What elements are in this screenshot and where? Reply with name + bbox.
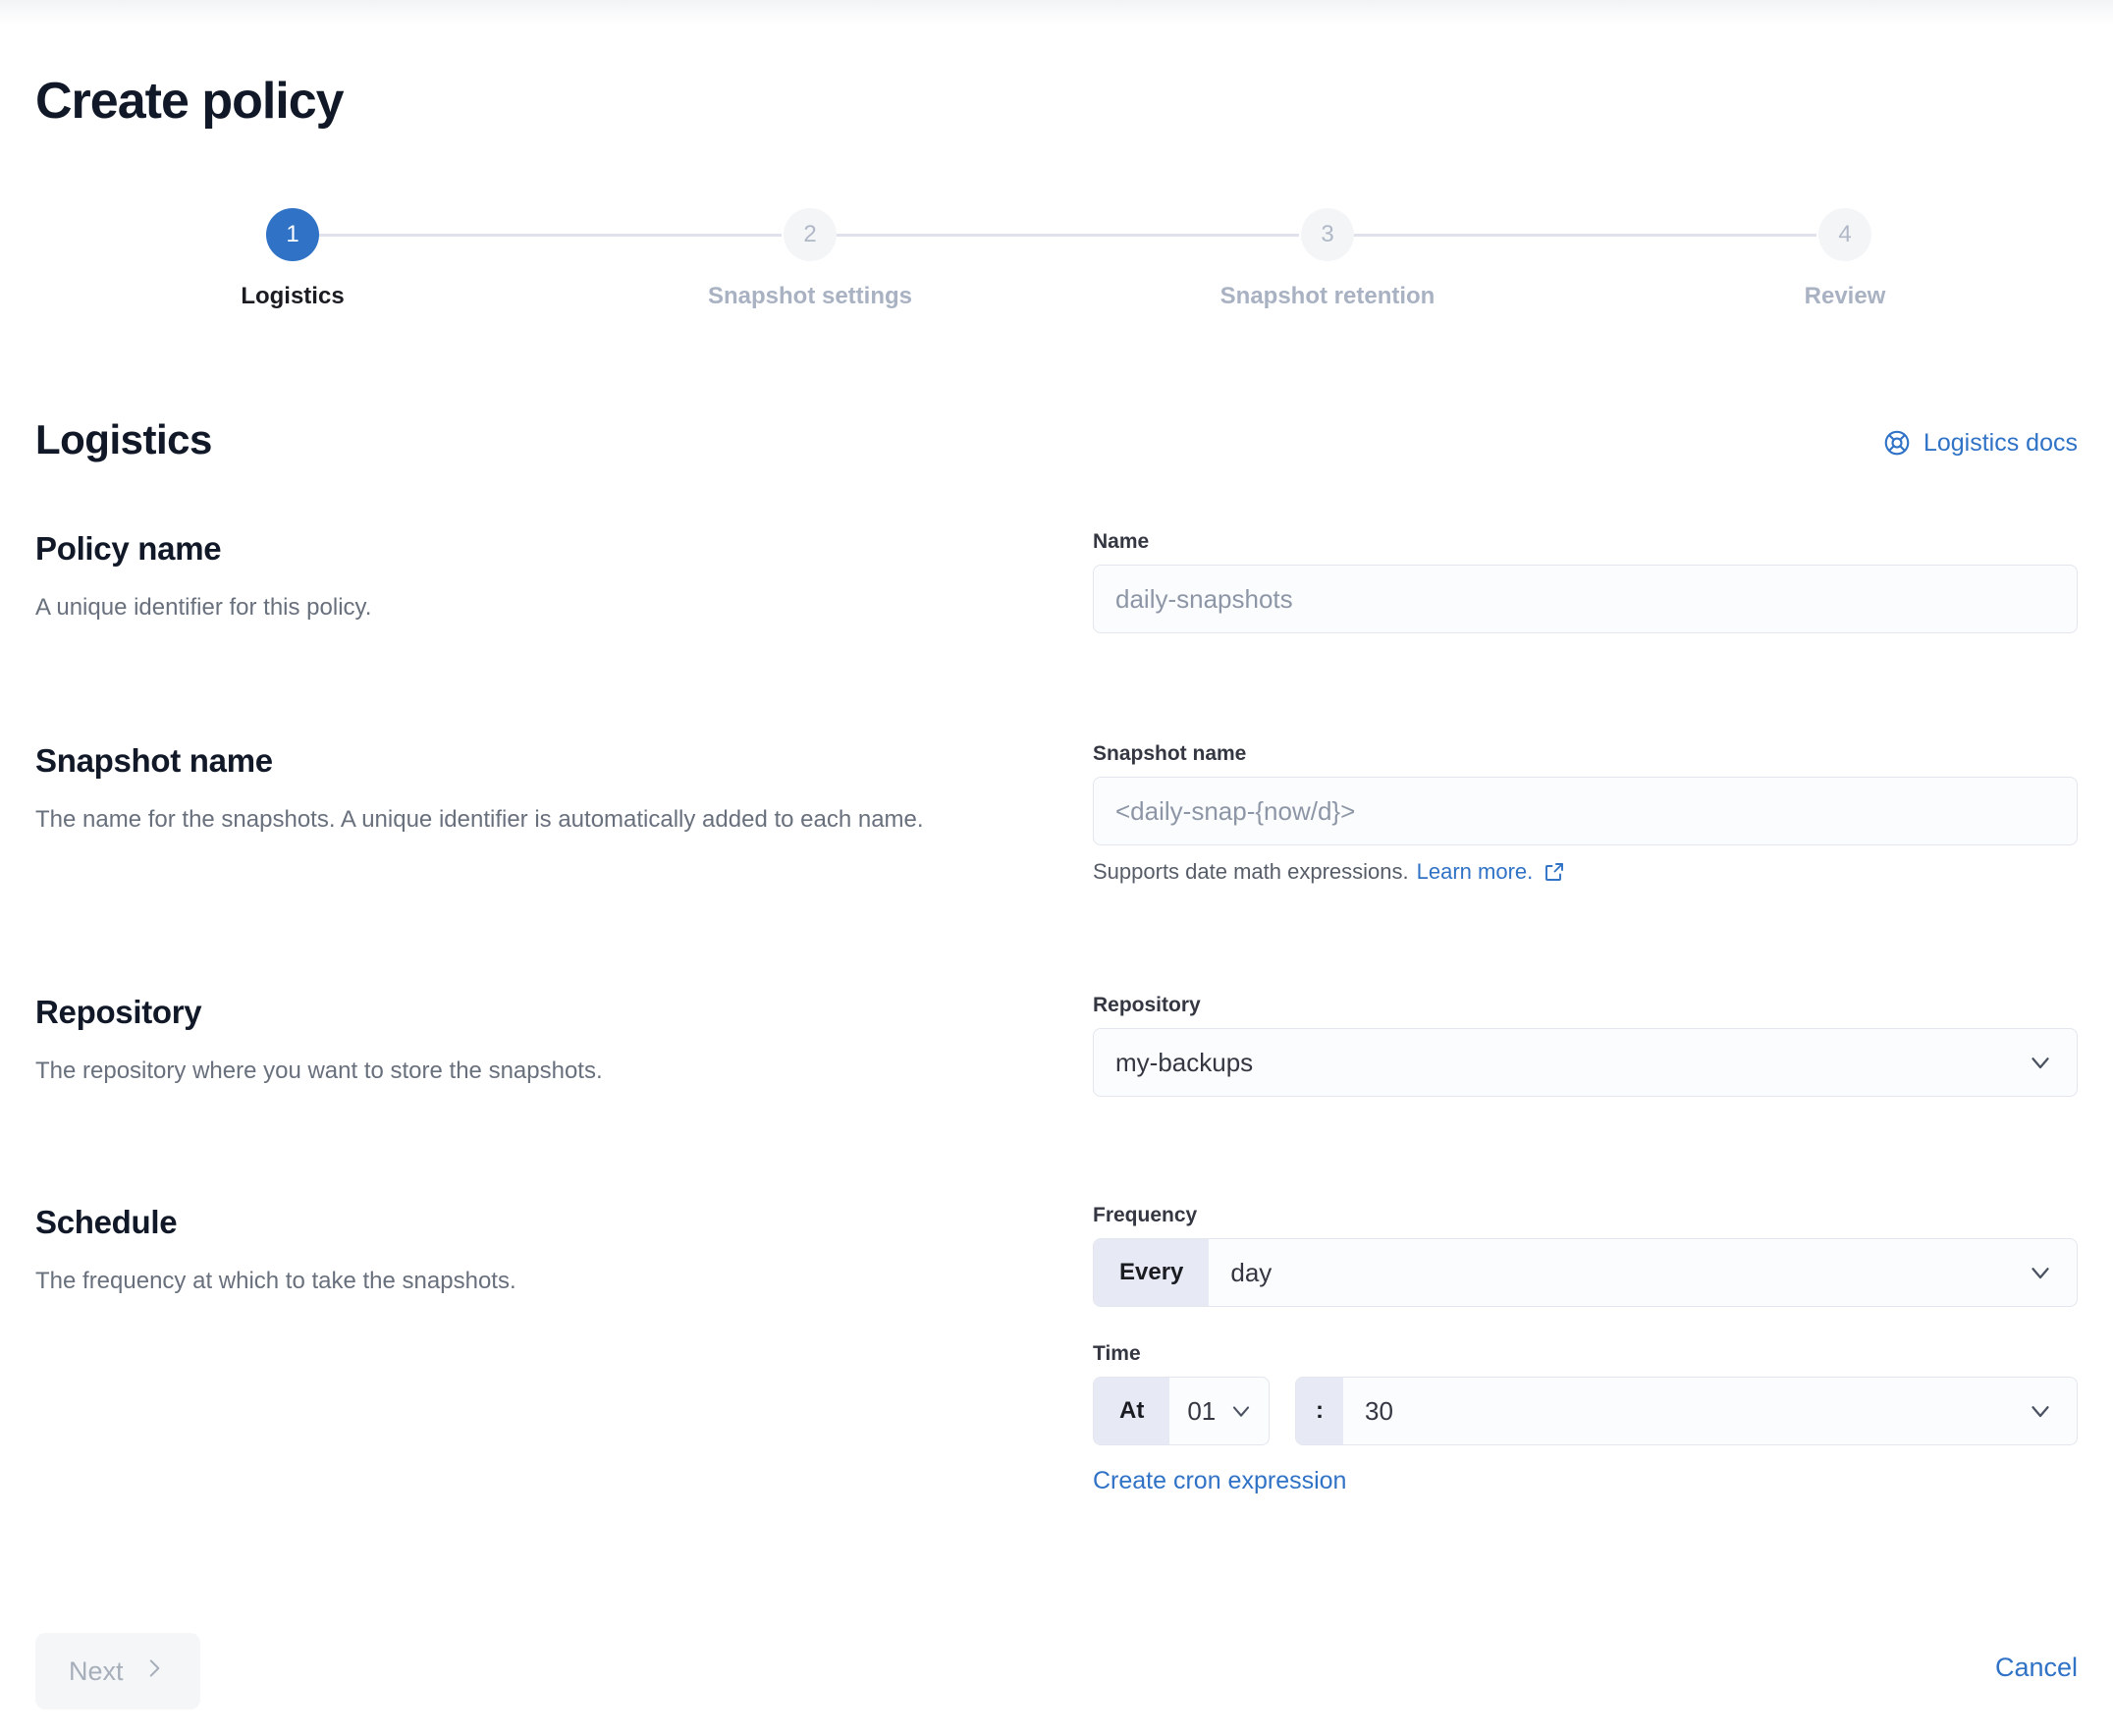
repository-field-label: Repository (1093, 994, 2078, 1017)
repository-heading: Repository (35, 994, 1037, 1031)
schedule-heading: Schedule (35, 1204, 1037, 1241)
snapshot-name-help-prefix: Supports date math expressions. (1093, 859, 1409, 885)
stepper-step-label: Snapshot settings (663, 283, 957, 310)
name-field-label: Name (1093, 530, 2078, 554)
schedule-description-col: Schedule The frequency at which to take … (35, 1204, 1037, 1297)
chevron-down-icon (2026, 1396, 2055, 1426)
logistics-section-header: Logistics Logistics docs (35, 416, 2078, 471)
schedule-field-col: Frequency Every day Time At 01 (1093, 1204, 2078, 1495)
time-controls: At 01 : 30 (1093, 1377, 2078, 1445)
snapshot-name-help: Supports date math expressions. Learn mo… (1093, 859, 2078, 885)
lifebuoy-icon (1882, 428, 1912, 458)
wizard-stepper: 1 Logistics 2 Snapshot settings 3 Snapsh… (35, 208, 2078, 316)
policy-name-description-col: Policy name A unique identifier for this… (35, 530, 1037, 624)
logistics-docs-link[interactable]: Logistics docs (1882, 428, 2078, 458)
stepper-step-label: Snapshot retention (1180, 283, 1475, 310)
minute-select[interactable]: 30 (1343, 1378, 2077, 1444)
policy-name-description: A unique identifier for this policy. (35, 593, 1037, 624)
repository-field-col: Repository my-backups (1093, 994, 2078, 1097)
create-cron-expression-link[interactable]: Create cron expression (1093, 1467, 1346, 1495)
external-link-icon[interactable] (1543, 860, 1566, 884)
stepper-connector-1-2 (293, 234, 782, 237)
create-policy-page: Create policy 1 Logistics 2 Snapshot set… (0, 0, 2113, 1736)
minute-select-group[interactable]: : 30 (1295, 1377, 2078, 1445)
stepper-step-snapshot-settings[interactable]: 2 Snapshot settings (663, 208, 957, 310)
section-heading: Logistics (35, 416, 212, 463)
schedule-description: The frequency at which to take the snaps… (35, 1267, 1037, 1297)
stepper-step-number: 4 (1818, 208, 1871, 261)
page-title: Create policy (35, 72, 344, 131)
chevron-down-icon (2026, 1048, 2055, 1077)
next-button[interactable]: Next (35, 1633, 200, 1709)
wizard-footer: Next Cancel (35, 1633, 2078, 1711)
policy-name-field-col: Name daily-snapshots (1093, 530, 2078, 633)
hour-selected-value: 01 (1187, 1396, 1216, 1427)
minute-selected-value: 30 (1365, 1396, 1393, 1427)
stepper-step-number: 1 (266, 208, 319, 261)
time-field-label: Time (1093, 1342, 2078, 1366)
snapshot-name-description-col: Snapshot name The name for the snapshots… (35, 742, 1037, 836)
cancel-link[interactable]: Cancel (1995, 1653, 2078, 1683)
repository-selected-value: my-backups (1115, 1048, 1253, 1078)
snapshot-name-input[interactable]: <daily-snap-{now/d}> (1093, 777, 2078, 845)
hour-select[interactable]: 01 (1169, 1378, 1269, 1444)
top-shadow (0, 0, 2113, 26)
stepper-step-number: 2 (784, 208, 837, 261)
repository-description: The repository where you want to store t… (35, 1057, 1037, 1087)
snapshot-name-field-label: Snapshot name (1093, 742, 2078, 766)
stepper-step-review[interactable]: 4 Review (1698, 208, 1992, 310)
frequency-field-label: Frequency (1093, 1204, 2078, 1227)
frequency-select-group[interactable]: Every day (1093, 1238, 2078, 1307)
frequency-prepend-label: Every (1094, 1239, 1209, 1306)
time-prepend-label: At (1094, 1378, 1169, 1444)
next-button-label: Next (69, 1656, 124, 1687)
chevron-right-icon (141, 1655, 167, 1688)
stepper-step-snapshot-retention[interactable]: 3 Snapshot retention (1180, 208, 1475, 310)
hour-select-group[interactable]: At 01 (1093, 1377, 1270, 1445)
chevron-down-icon (2026, 1258, 2055, 1287)
name-input[interactable]: daily-snapshots (1093, 565, 2078, 633)
stepper-step-logistics[interactable]: 1 Logistics (145, 208, 440, 310)
snapshot-name-heading: Snapshot name (35, 742, 1037, 780)
stepper-step-number: 3 (1301, 208, 1354, 261)
repository-select[interactable]: my-backups (1093, 1028, 2078, 1097)
frequency-selected-value: day (1230, 1258, 1272, 1288)
logistics-docs-label: Logistics docs (1923, 429, 2078, 458)
stepper-connector-3-4 (1327, 234, 1816, 237)
policy-name-heading: Policy name (35, 530, 1037, 568)
time-separator-label: : (1296, 1378, 1343, 1444)
learn-more-link[interactable]: Learn more. (1417, 859, 1534, 885)
chevron-down-icon (1227, 1397, 1255, 1425)
frequency-select[interactable]: day (1209, 1239, 2077, 1306)
stepper-step-label: Review (1698, 283, 1992, 310)
stepper-connector-2-3 (810, 234, 1299, 237)
snapshot-name-field-col: Snapshot name <daily-snap-{now/d}> Suppo… (1093, 742, 2078, 885)
snapshot-name-description: The name for the snapshots. A unique ide… (35, 805, 1037, 836)
repository-description-col: Repository The repository where you want… (35, 994, 1037, 1087)
stepper-step-label: Logistics (145, 283, 440, 310)
